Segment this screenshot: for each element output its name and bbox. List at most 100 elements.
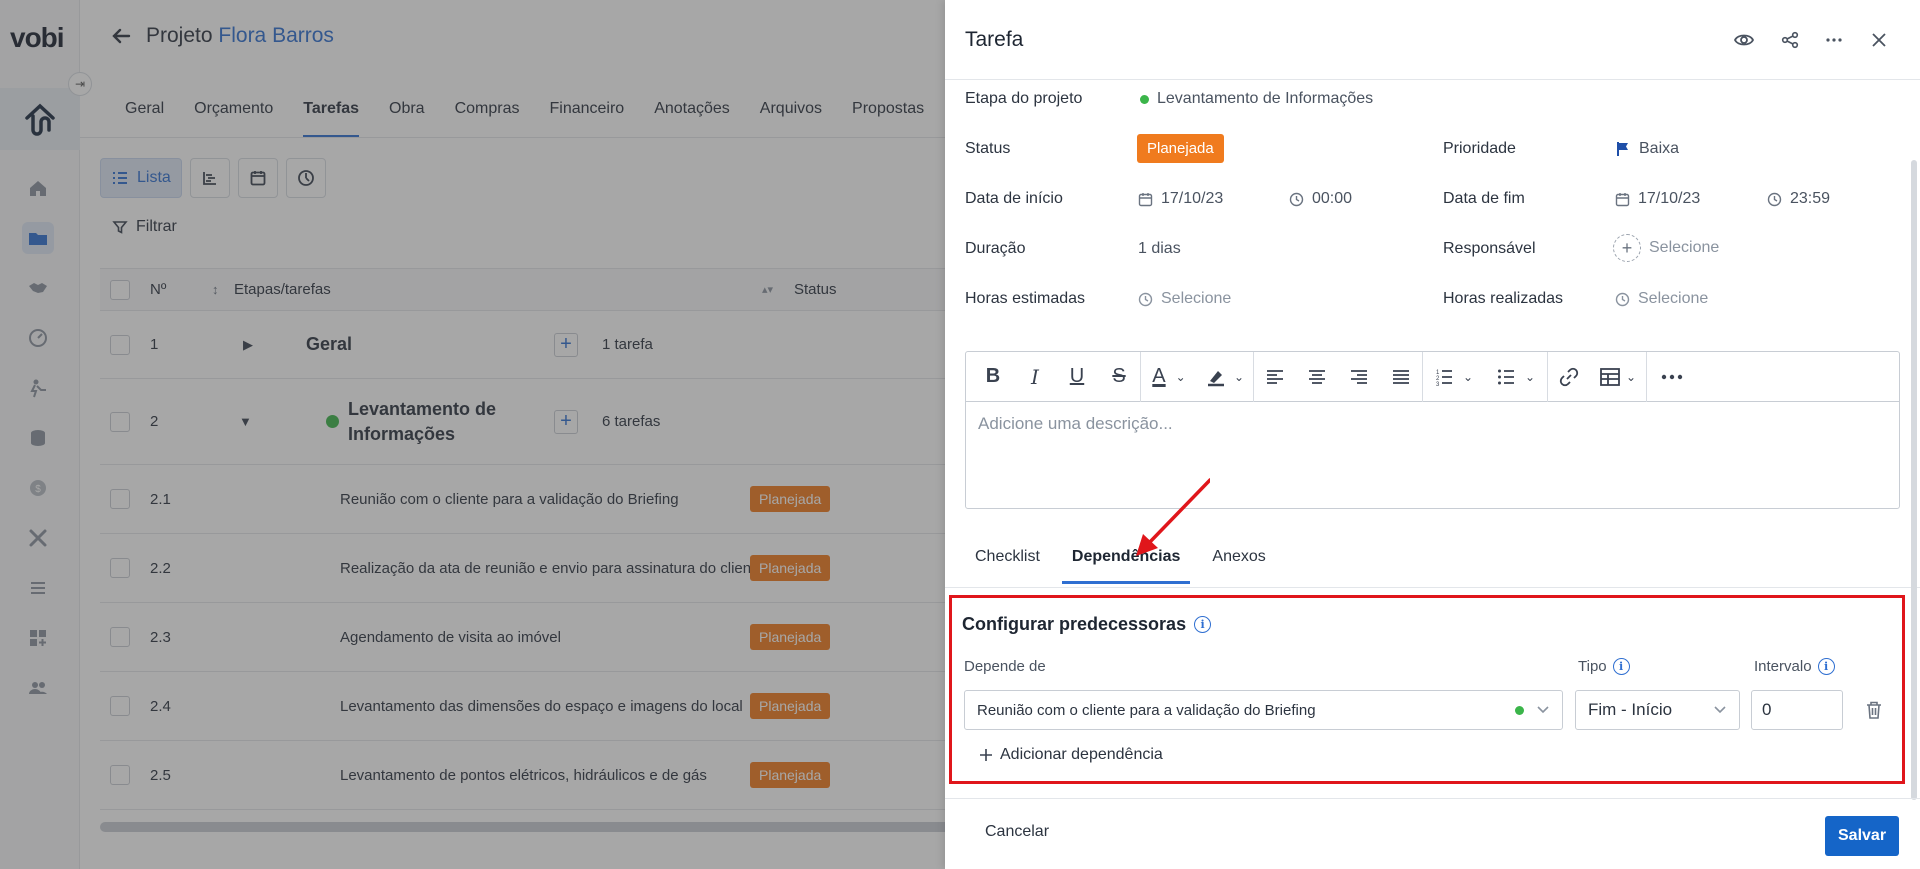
info-icon[interactable]: i — [1612, 658, 1630, 675]
description-editor[interactable]: B I U S A ⌄ ⌄ 1 2 3 ⌄ ⌄ ⌄ Adicione uma d… — [965, 351, 1900, 509]
align-center-icon[interactable] — [1296, 352, 1338, 402]
duration-label: Duração — [965, 240, 1026, 257]
tab-anexos[interactable]: Anexos — [1202, 540, 1275, 584]
drawer-title: Tarefa — [965, 28, 1024, 51]
type-label: Tipo i — [1578, 658, 1630, 675]
cancel-button[interactable]: Cancelar — [985, 823, 1049, 841]
close-icon[interactable] — [1867, 28, 1891, 52]
predecessors-panel: Configurar predecessoras i Depende de Ti… — [949, 595, 1905, 784]
end-date-input[interactable]: 17/10/23 — [1615, 190, 1700, 208]
end-date-value: 17/10/23 — [1638, 190, 1701, 207]
drawer-tabs: Checklist Dependências Anexos — [965, 540, 1276, 584]
responsible-label: Responsável — [1443, 240, 1536, 257]
clock-icon — [1289, 192, 1304, 206]
responsible-placeholder: Selecione — [1649, 239, 1720, 256]
add-person-icon: + — [1613, 234, 1641, 262]
interval-value: 0 — [1762, 700, 1772, 719]
save-button[interactable]: Salvar — [1825, 816, 1900, 856]
interval-label: Intervalo i — [1754, 658, 1835, 675]
drawer-header: Tarefa — [945, 0, 1920, 80]
status-select[interactable]: Planejada — [1137, 134, 1224, 163]
green-dot-icon — [1515, 705, 1524, 715]
depends-on-select[interactable]: Reunião com o cliente para a validação d… — [964, 690, 1563, 730]
chevron-down-icon — [1537, 706, 1549, 714]
predecessors-title: Configurar predecessoras i — [962, 614, 1212, 635]
clock-icon — [1138, 292, 1153, 306]
info-icon[interactable]: i — [1817, 658, 1835, 675]
drawer-footer: Cancelar Salvar — [945, 798, 1920, 869]
clock-icon — [1615, 292, 1630, 306]
tab-checklist[interactable]: Checklist — [965, 540, 1050, 584]
responsible-select[interactable]: + Selecione — [1613, 234, 1719, 262]
start-time-input[interactable]: 00:00 — [1289, 190, 1352, 208]
status-label: Status — [965, 140, 1011, 157]
priority-select[interactable]: Baixa — [1615, 140, 1679, 158]
priority-value: Baixa — [1639, 140, 1680, 157]
estimated-hours-input[interactable]: Selecione — [1138, 290, 1231, 308]
real-hours-label: Horas realizadas — [1443, 290, 1564, 307]
info-icon[interactable]: i — [1194, 616, 1212, 633]
more-icon[interactable] — [1822, 28, 1846, 52]
strikethrough-icon[interactable]: S — [1098, 352, 1140, 402]
calendar-icon — [1615, 192, 1630, 206]
svg-text:3: 3 — [1436, 382, 1440, 386]
bold-icon[interactable]: B — [972, 352, 1014, 402]
calendar-icon — [1138, 192, 1153, 206]
real-hours-input[interactable]: Selecione — [1615, 290, 1708, 308]
interval-label-text: Intervalo — [1754, 658, 1812, 675]
plus-icon — [980, 749, 992, 761]
type-select[interactable]: Fim - Início — [1575, 690, 1740, 730]
start-time-value: 00:00 — [1312, 190, 1353, 207]
depends-on-label: Depende de — [964, 658, 1046, 675]
duration-value: 1 dias — [1138, 240, 1181, 257]
justify-icon[interactable] — [1380, 352, 1422, 402]
app-root: vobi $ ⇥ Projeto Flora Barros Geral Orça… — [0, 0, 1920, 869]
ordered-list-icon[interactable]: 1 2 3 ⌄ — [1423, 352, 1485, 402]
status-badge: Planejada — [1137, 134, 1224, 163]
priority-label: Prioridade — [1443, 140, 1516, 157]
type-value: Fim - Início — [1588, 700, 1673, 719]
italic-icon[interactable]: I — [1014, 352, 1056, 402]
chevron-down-icon — [1714, 706, 1726, 714]
start-date-label: Data de início — [965, 190, 1063, 207]
predecessors-title-text: Configurar predecessoras — [962, 614, 1187, 634]
end-time-input[interactable]: 23:59 — [1767, 190, 1830, 208]
eye-icon[interactable] — [1732, 28, 1756, 52]
real-hours-placeholder: Selecione — [1638, 290, 1709, 307]
align-left-icon[interactable] — [1254, 352, 1296, 402]
editor-toolbar: B I U S A ⌄ ⌄ 1 2 3 ⌄ ⌄ ⌄ — [966, 351, 1899, 402]
annotation-arrow-icon — [1136, 478, 1210, 556]
modal-backdrop[interactable] — [0, 0, 945, 869]
highlight-icon[interactable]: ⌄ — [1197, 352, 1253, 402]
start-date-input[interactable]: 17/10/23 — [1138, 190, 1223, 208]
align-right-icon[interactable] — [1338, 352, 1380, 402]
table-icon[interactable]: ⌄ — [1590, 352, 1646, 402]
start-date-value: 17/10/23 — [1161, 190, 1224, 207]
duration-input[interactable]: 1 dias — [1138, 240, 1181, 258]
estimated-hours-label: Horas estimadas — [965, 290, 1086, 307]
underline-icon[interactable]: U — [1056, 352, 1098, 402]
trash-icon[interactable] — [1865, 700, 1883, 725]
depends-on-value: Reunião com o cliente para a validação d… — [977, 701, 1316, 719]
type-label-text: Tipo — [1578, 658, 1607, 675]
stage-label: Etapa do projeto — [965, 90, 1083, 107]
interval-input[interactable]: 0 — [1751, 690, 1843, 730]
green-dot-icon — [1140, 94, 1149, 104]
task-drawer: Tarefa Etapa do projeto Levantamento de … — [945, 0, 1920, 869]
link-icon[interactable] — [1548, 352, 1590, 402]
more-options-icon[interactable] — [1647, 352, 1697, 402]
clock-icon — [1767, 192, 1782, 206]
description-placeholder: Adicione uma descrição... — [978, 414, 1173, 433]
stage-select[interactable]: Levantamento de Informações — [1140, 90, 1373, 108]
share-icon[interactable] — [1778, 28, 1802, 52]
drawer-tabs-divider — [945, 587, 1920, 588]
text-color-icon[interactable]: A ⌄ — [1141, 352, 1197, 402]
add-dependency-button[interactable]: Adicionar dependência — [978, 746, 1163, 764]
add-dependency-label: Adicionar dependência — [1000, 746, 1163, 763]
end-date-label: Data de fim — [1443, 190, 1525, 207]
flag-icon — [1617, 142, 1628, 156]
stage-value: Levantamento de Informações — [1157, 90, 1374, 107]
drawer-scrollbar[interactable] — [1911, 160, 1917, 800]
estimated-hours-placeholder: Selecione — [1161, 290, 1232, 307]
bullet-list-icon[interactable]: ⌄ — [1485, 352, 1547, 402]
